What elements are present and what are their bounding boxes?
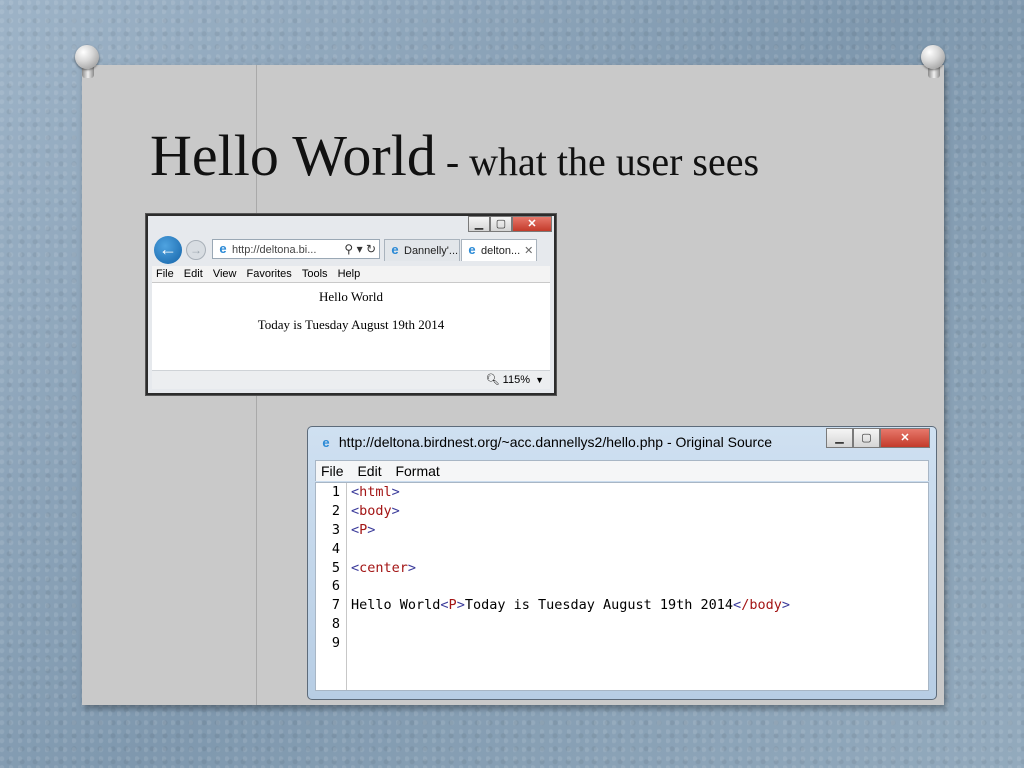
refresh-icon[interactable]: ↻ bbox=[366, 242, 376, 256]
menu-file[interactable]: File bbox=[156, 268, 174, 280]
source-window-title: e http://deltona.birdnest.org/~acc.danne… bbox=[316, 431, 772, 453]
maximize-icon[interactable]: ▢ bbox=[490, 216, 512, 232]
zoom-dropdown-icon[interactable]: ▼ bbox=[535, 371, 544, 389]
browser-window: ▁ ▢ ✕ ← → e http://deltona.bi... ⚲ ▾ ↻ eD… bbox=[145, 213, 557, 396]
search-icon[interactable]: ⚲ bbox=[344, 242, 353, 256]
source-window-controls: ▁ ▢ ✕ bbox=[826, 428, 930, 448]
code-text: Today is Tuesday August 19th 2014 bbox=[464, 597, 734, 614]
address-tools: ⚲ ▾ ↻ bbox=[344, 240, 376, 258]
line-number: 6 bbox=[331, 578, 340, 595]
slide-title-main: Hello World bbox=[150, 123, 436, 188]
pushpin-icon-right bbox=[918, 42, 952, 78]
tab-close-icon[interactable]: ✕ bbox=[524, 245, 533, 257]
page-date-text: Today is Tuesday August 19th 2014 bbox=[257, 317, 445, 332]
source-menubar: File Edit Format bbox=[315, 460, 929, 481]
line-number: 7 bbox=[331, 597, 340, 614]
browser-navbar: ← → e http://deltona.bi... ⚲ ▾ ↻ e Dannell… bbox=[150, 236, 552, 264]
page-heading: Hello World bbox=[318, 289, 384, 304]
dropdown-icon[interactable]: ▾ bbox=[357, 242, 363, 256]
close-icon[interactable]: ✕ bbox=[512, 216, 552, 232]
minimize-icon[interactable]: ▁ bbox=[826, 428, 853, 448]
pushpin-icon-left bbox=[72, 42, 106, 78]
code-line-1: <html> bbox=[351, 484, 400, 500]
code-text: Hello World bbox=[351, 597, 441, 614]
menu-view[interactable]: View bbox=[213, 268, 237, 280]
code-tag: P bbox=[448, 597, 457, 614]
zoom-value: 115% bbox=[502, 374, 530, 386]
browser-menubar: File Edit View Favorites Tools Help bbox=[152, 266, 550, 283]
code-line-3: <P> bbox=[351, 521, 376, 538]
source-window: e http://deltona.birdnest.org/~acc.danne… bbox=[307, 426, 937, 700]
code-tag: center bbox=[359, 559, 408, 576]
ie-icon: e bbox=[219, 241, 227, 256]
ie-icon: e bbox=[468, 242, 476, 257]
code-lines: <html> <body> <P> <center> Hello World<P… bbox=[351, 483, 928, 653]
address-bar[interactable]: e http://deltona.bi... ⚲ ▾ ↻ bbox=[212, 239, 380, 259]
line-number: 1 bbox=[331, 484, 340, 500]
slide-title: Hello World - what the user sees bbox=[150, 122, 759, 189]
menu-help[interactable]: Help bbox=[338, 268, 361, 280]
code-tag: html bbox=[359, 484, 392, 500]
menu-file[interactable]: File bbox=[321, 463, 344, 479]
code-line-7: Hello World<P>Today is Tuesday August 19… bbox=[351, 597, 790, 614]
menu-tools[interactable]: Tools bbox=[302, 268, 328, 280]
tab-dannelly[interactable]: e Dannelly'... bbox=[384, 239, 460, 261]
line-number-gutter: 1 2 3 4 5 6 7 8 9 bbox=[316, 483, 347, 690]
zoom-icon: 🔍︎ bbox=[485, 374, 500, 386]
tab-label: delton... bbox=[481, 245, 521, 257]
minimize-icon[interactable]: ▁ bbox=[468, 216, 490, 232]
browser-window-controls: ▁ ▢ ✕ bbox=[468, 216, 552, 234]
menu-favorites[interactable]: Favorites bbox=[247, 268, 292, 280]
tab-label: Dannelly'... bbox=[404, 245, 459, 257]
ie-page-icon: e bbox=[322, 435, 330, 450]
menu-edit[interactable]: Edit bbox=[184, 268, 203, 280]
ie-icon: e bbox=[391, 242, 399, 257]
tab-deltona[interactable]: e delton... ✕ bbox=[461, 239, 537, 261]
code-tag: /body bbox=[741, 597, 782, 614]
browser-statusbar: 🔍︎ 115% ▼ bbox=[152, 370, 550, 389]
slide-title-sub: - what the user sees bbox=[435, 139, 760, 184]
source-title-text: http://deltona.birdnest.org/~acc.dannell… bbox=[338, 434, 772, 450]
code-line-5: <center> bbox=[351, 559, 417, 576]
line-number: 9 bbox=[331, 635, 340, 652]
line-number: 3 bbox=[331, 521, 340, 538]
line-number: 4 bbox=[331, 540, 340, 557]
address-text: http://deltona.bi... bbox=[232, 244, 317, 256]
line-number: 8 bbox=[331, 616, 340, 633]
browser-frame: ▁ ▢ ✕ ← → e http://deltona.bi... ⚲ ▾ ↻ eD… bbox=[148, 216, 554, 393]
back-arrow-icon[interactable]: ← bbox=[154, 236, 182, 264]
code-line-2: <body> bbox=[351, 502, 400, 519]
menu-edit[interactable]: Edit bbox=[357, 463, 381, 479]
close-icon[interactable]: ✕ bbox=[880, 428, 930, 448]
maximize-icon[interactable]: ▢ bbox=[853, 428, 880, 448]
menu-format[interactable]: Format bbox=[395, 463, 439, 479]
code-tag: body bbox=[359, 502, 392, 519]
line-number: 2 bbox=[331, 502, 340, 519]
browser-page-content: Hello World Today is Tuesday August 19th… bbox=[152, 283, 550, 373]
forward-arrow-icon[interactable]: → bbox=[186, 240, 206, 260]
zoom-level[interactable]: 🔍︎ 115% bbox=[486, 371, 530, 389]
source-code-view[interactable]: 1 2 3 4 5 6 7 8 9 <html> <body> <P> <cen… bbox=[315, 482, 929, 691]
line-number: 5 bbox=[331, 559, 340, 576]
